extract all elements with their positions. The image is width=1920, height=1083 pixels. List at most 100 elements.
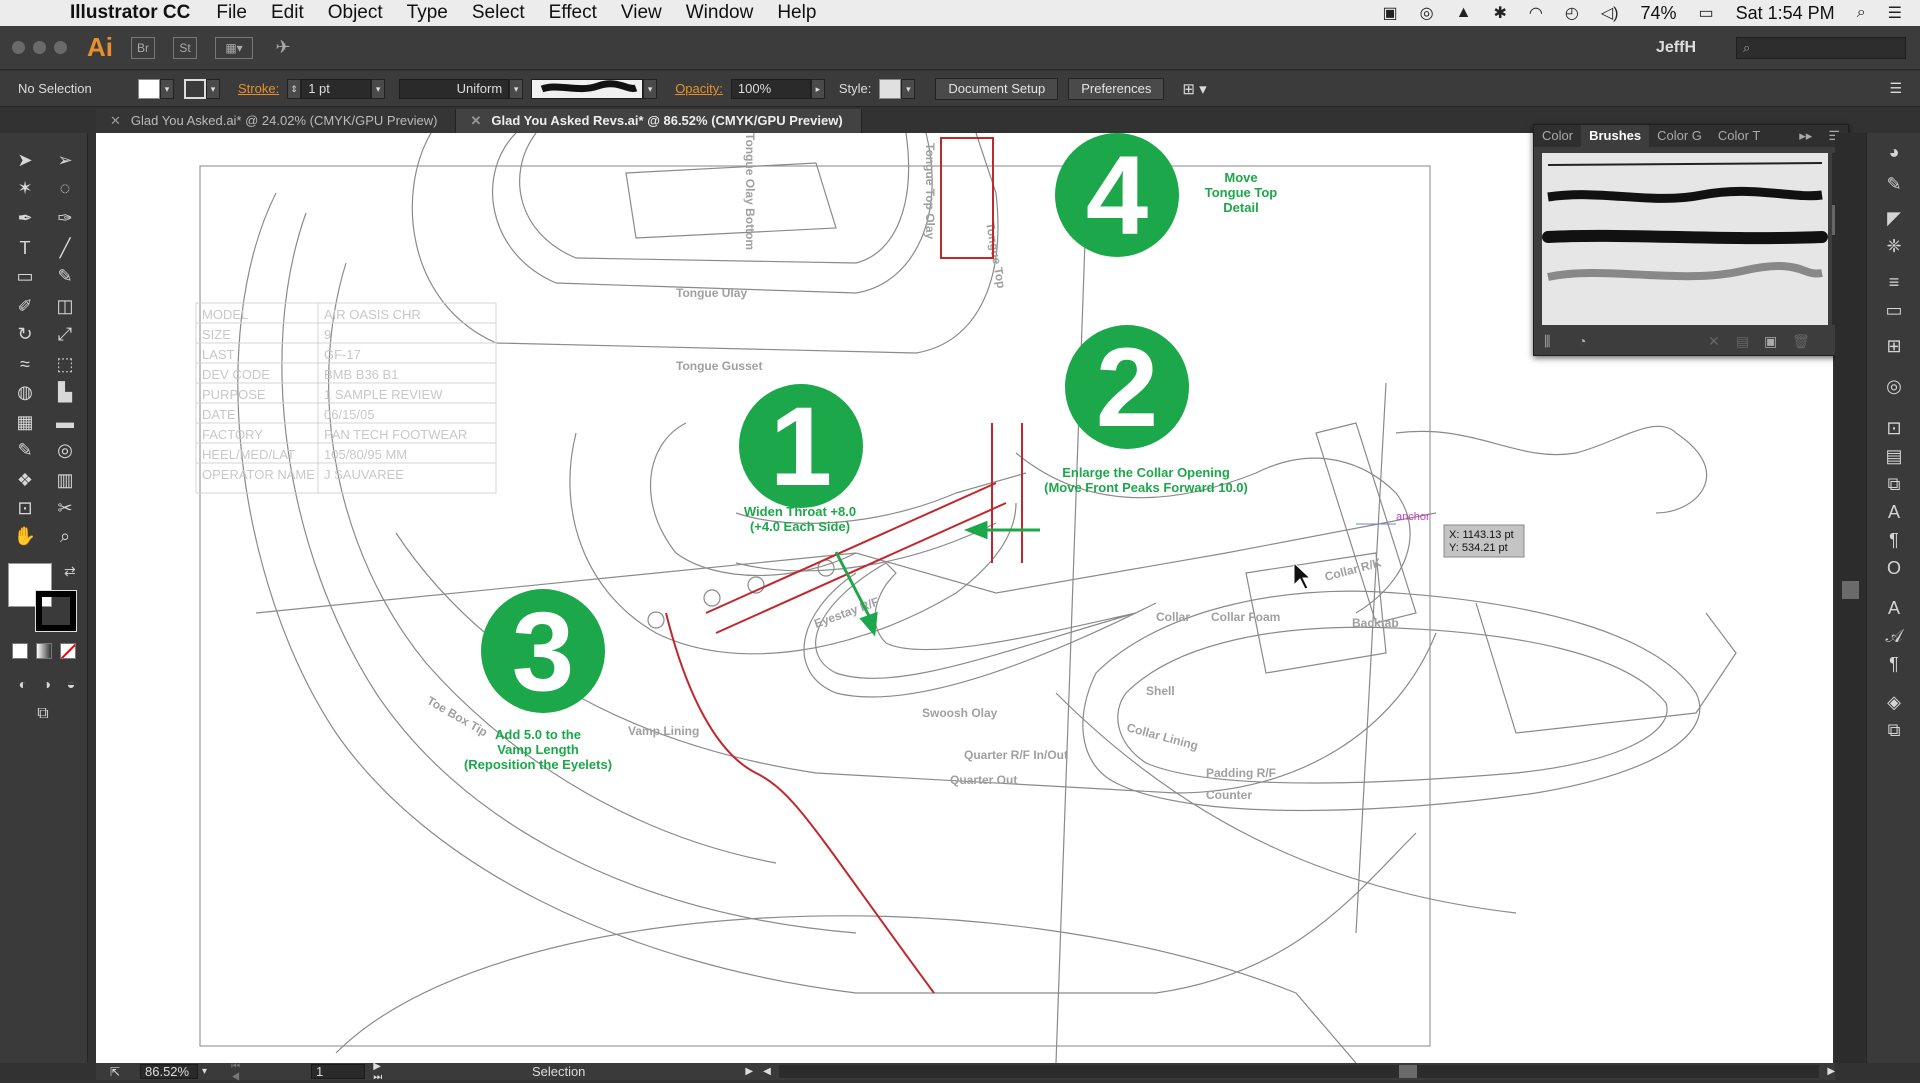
brush-4[interactable] [1547,261,1823,281]
paragraph-styles-icon[interactable]: ¶ [1881,651,1907,677]
hand-tool-icon[interactable]: ✋ [12,523,38,549]
symbols-panel-icon[interactable]: ❈ [1881,233,1907,259]
bridge-button[interactable]: Br [131,36,155,59]
stroke-label[interactable]: Stroke: [238,81,279,96]
panel-collapse-icon[interactable]: ▸▸ [1791,125,1820,147]
horizontal-scroll-thumb[interactable] [1398,1065,1417,1078]
character-panel-icon[interactable]: A [1881,499,1907,525]
color-mode-icon[interactable] [12,643,28,659]
draw-normal-icon[interactable]: ◐ [10,671,36,697]
fill-swatch[interactable] [138,78,160,99]
transparency-panel-icon[interactable]: ⊞ [1881,333,1907,359]
gradient-tool-icon[interactable]: ▬ [52,409,78,435]
screen-record-icon[interactable]: ▣ [1383,3,1398,23]
new-brush-icon[interactable]: ▣ [1764,333,1777,350]
type-tool-icon[interactable]: T [12,235,38,261]
artboard-number-field[interactable]: 1 [311,1064,366,1079]
magic-wand-tool-icon[interactable]: ✶ [12,175,38,201]
zoom-dropdown-icon[interactable]: ▾ [202,1066,207,1077]
eraser-tool-icon[interactable]: ◫ [52,293,78,319]
google-drive-icon[interactable]: ▲ [1456,4,1472,22]
shaper-tool-icon[interactable]: ✐ [12,293,38,319]
menu-view[interactable]: View [621,2,662,24]
menu-file[interactable]: File [216,2,247,24]
menu-type[interactable]: Type [407,2,448,24]
spotlight-search-icon[interactable]: ⌕ [1857,4,1866,22]
wifi-icon[interactable]: ◠ [1529,3,1543,23]
draw-behind-icon[interactable]: ◑ [34,671,60,697]
cc-libraries-icon[interactable]: ◎ [1881,373,1907,399]
brush-dropdown[interactable]: ▾ [643,78,658,99]
draw-inside-icon[interactable]: ◒ [58,671,84,697]
close-tab-icon[interactable]: ✕ [470,113,481,128]
battery-percent[interactable]: 74% [1640,3,1676,24]
app-name-menu[interactable]: Illustrator CC [70,2,190,24]
column-graph-tool-icon[interactable]: ▥ [52,467,78,493]
battery-icon[interactable]: ▭ [1699,3,1714,23]
brush-definition[interactable] [531,78,644,99]
libraries-panel-icon[interactable]: ◔ [1578,333,1586,349]
opentype-panel-icon[interactable]: O [1881,555,1907,581]
brush-3[interactable] [1542,229,1828,245]
tab-color-guide[interactable]: Color G [1649,125,1710,147]
brush-libraries-menu-icon[interactable]: ⫼ [1544,333,1550,350]
menu-help[interactable]: Help [777,2,816,24]
swap-colors-icon[interactable]: ⇄ [64,563,76,580]
eyedropper-tool-icon[interactable]: ✎ [12,437,38,463]
pen-tool-icon[interactable]: ✒ [12,205,38,231]
stroke-weight-dropdown[interactable]: ▾ [371,78,386,99]
creative-cloud-icon[interactable]: ◎ [1420,3,1434,23]
paintbrush-tool-icon[interactable]: ✎ [52,263,78,289]
brush-2[interactable] [1547,186,1823,203]
mesh-tool-icon[interactable]: ▦ [12,409,38,435]
delete-brush-icon[interactable]: 🗑 [1792,333,1810,350]
tab-glad-you-asked-revs[interactable]: ✕ Glad You Asked Revs.ai* @ 86.52% (CMYK/… [456,109,862,133]
stroke-swatch[interactable] [184,78,206,99]
user-account-menu[interactable]: JeffH [1656,39,1696,57]
gpu-performance-icon[interactable]: ✈ [271,37,295,59]
direct-selection-tool-icon[interactable]: ➢ [52,147,78,173]
brushes-panel-icon[interactable]: ✎ [1881,171,1907,197]
horizontal-scrollbar[interactable] [778,1065,1820,1078]
graphic-style-swatch[interactable] [879,78,902,99]
stroke-stepper[interactable]: ⇕ [287,78,302,99]
vertical-scroll-thumb[interactable] [1842,581,1859,599]
character-styles-icon[interactable]: A [1881,595,1907,621]
clock[interactable]: Sat 1:54 PM [1736,3,1835,24]
shape-builder-tool-icon[interactable]: ◍ [12,379,38,405]
arrange-menu-icon[interactable]: ⊞ ▾ [1182,80,1206,98]
remove-stroke-icon[interactable]: ✕ [1708,333,1720,350]
share-icon[interactable]: ⇱ [110,1065,120,1079]
close-tab-icon[interactable]: ✕ [110,113,121,128]
minimize-window-button[interactable] [33,41,46,54]
canvas-vertical-scrollbar[interactable] [1835,133,1866,1063]
status-arrow-icon[interactable]: ▶ [745,1066,753,1077]
horizontal-scroll-right-icon[interactable]: ▶ [1827,1066,1835,1077]
zoom-window-button[interactable] [54,41,67,54]
document-setup-button[interactable]: Document Setup [935,77,1059,100]
arrange-documents-icon[interactable]: ▦▾ [215,36,253,59]
gradient-mode-icon[interactable] [36,643,52,659]
fill-dropdown[interactable]: ▾ [160,78,174,99]
search-stock-input[interactable]: ⌕ [1736,36,1906,59]
symbol-sprayer-tool-icon[interactable]: ❖ [12,467,38,493]
zoom-tool-icon[interactable]: ⌕ [52,523,78,549]
lasso-tool-icon[interactable]: ◌ [52,175,78,201]
artboards-panel-icon[interactable]: ⧉ [1881,717,1907,743]
menu-window[interactable]: Window [686,2,754,24]
color-panel-icon[interactable]: ◕ [1881,139,1907,165]
stroke-color-box[interactable] [35,590,77,632]
curvature-tool-icon[interactable]: ✑ [52,205,78,231]
zoom-level-field[interactable]: 86.52% [140,1064,199,1079]
tab-glad-you-asked[interactable]: ✕ Glad You Asked.ai* @ 24.02% (CMYK/GPU P… [96,109,457,133]
bluetooth-icon[interactable]: ✱ [1493,3,1506,23]
width-tool-icon[interactable]: ≈ [12,351,38,377]
menu-effect[interactable]: Effect [549,2,597,24]
slice-tool-icon[interactable]: ✂ [52,495,78,521]
brush-library-list[interactable] [1542,153,1828,325]
tab-brushes[interactable]: Brushes [1581,125,1650,147]
volume-icon[interactable]: ◁) [1601,3,1619,23]
menu-select[interactable]: Select [472,2,525,24]
change-screen-mode-icon[interactable]: ⧉ [30,701,56,727]
blend-tool-icon[interactable]: ◎ [52,437,78,463]
